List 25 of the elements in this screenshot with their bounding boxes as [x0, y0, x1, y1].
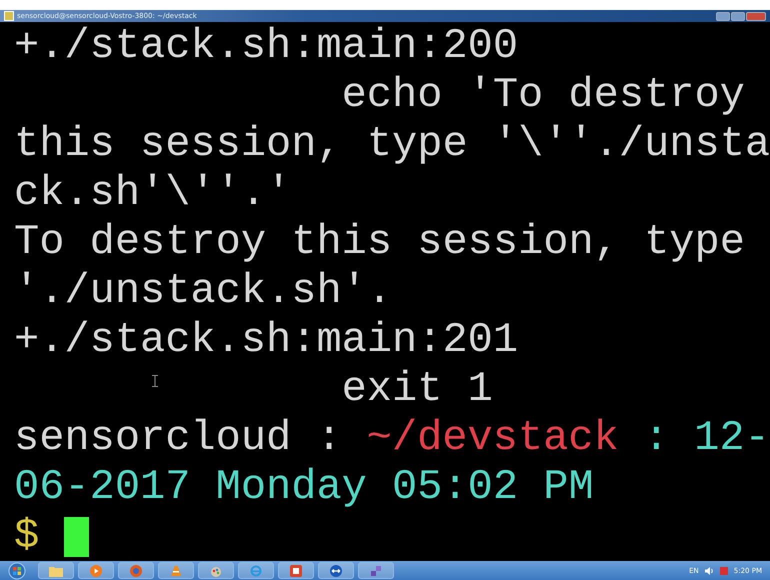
terminal-text: To destroy this session, type — [14, 218, 745, 267]
minimize-button[interactable] — [716, 12, 730, 20]
terminal-text: : 12- — [644, 414, 770, 463]
terminal-icon — [4, 11, 14, 21]
paint-icon[interactable] — [198, 562, 234, 579]
close-button[interactable] — [746, 12, 766, 20]
terminal-text: +./stack.sh:main:200 — [14, 22, 518, 71]
terminal-text: exit 1 — [342, 365, 493, 414]
terminal-text: './unstack.sh'. — [14, 267, 392, 316]
terminal-text: ~/devstack — [366, 414, 619, 463]
terminal-text: this session, type '\''./unsta — [14, 120, 770, 169]
terminal-text: echo 'To destroy — [342, 71, 745, 120]
browser-icon[interactable] — [118, 562, 154, 579]
terminal-text: $ — [14, 512, 40, 561]
terminal-text: 06-2017 Monday 05:02 PM — [14, 463, 594, 512]
maximize-button[interactable] — [731, 12, 745, 20]
slides-icon[interactable] — [278, 562, 314, 579]
terminal-text: sensorcloud : — [14, 414, 342, 463]
network-icon[interactable] — [358, 562, 394, 579]
folder-icon[interactable] — [38, 562, 74, 579]
text-cursor-icon — [152, 375, 158, 387]
terminal-text: +./stack.sh:main:201 — [14, 316, 518, 365]
speaker-icon[interactable] — [704, 566, 714, 574]
start-button[interactable] — [8, 562, 26, 580]
terminal-text: ck.sh'\''.' — [14, 169, 292, 218]
